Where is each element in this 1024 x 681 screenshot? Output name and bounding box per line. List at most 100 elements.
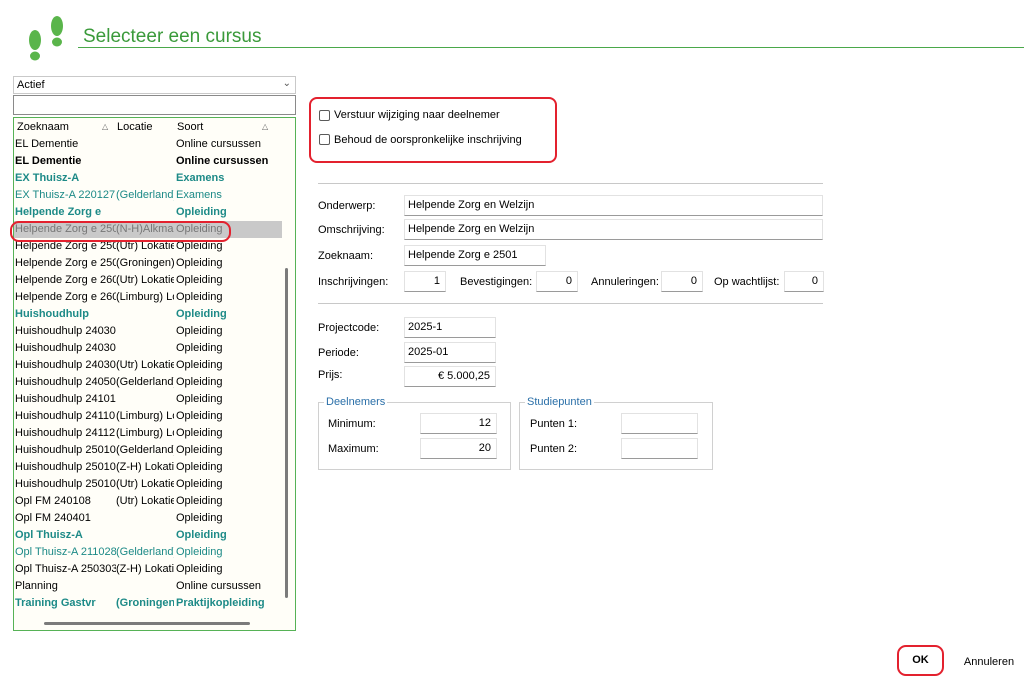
cell-soort: Online cursussen (176, 155, 269, 167)
page-title: Selecteer een cursus (83, 26, 262, 47)
column-header-soort[interactable]: Soort △ (177, 118, 277, 136)
cell-zoeknaam: Huishoudhulp (15, 308, 89, 320)
table-row[interactable]: Opl Thuisz-A 211028 (Gelderland) Opleiding (14, 544, 282, 561)
table-row[interactable]: Huishoudhulp 24030 Opleiding (14, 323, 282, 340)
cell-zoeknaam: Helpende Zorg e 2502 (15, 257, 116, 269)
cell-locatie: (Limburg) Lokatie (116, 410, 174, 422)
minimum-field[interactable]: 12 (420, 413, 497, 434)
description-field[interactable]: Helpende Zorg en Welzijn (404, 219, 823, 240)
table-row[interactable]: Huishoudhulp Opleiding (14, 306, 282, 323)
cell-zoeknaam: Helpende Zorg e 2601 (15, 274, 116, 286)
registrations-field[interactable]: 1 (404, 271, 446, 292)
cell-zoeknaam: Huishoudhulp 24050 (15, 376, 116, 388)
confirmations-field[interactable]: 0 (536, 271, 578, 292)
period-field[interactable]: 2025-01 (404, 342, 496, 363)
cell-soort: Opleiding (176, 206, 227, 218)
table-row[interactable]: Huishoudhulp 24030 Opleiding (14, 340, 282, 357)
table-row[interactable]: Huishoudhulp 24101 Opleiding (14, 391, 282, 408)
cell-zoeknaam: Opl Thuisz-A (15, 529, 83, 541)
send-change-checkbox[interactable] (319, 110, 330, 121)
table-row[interactable]: Training Gastvr (Groningen) Praktijkopleid… (14, 595, 282, 612)
cell-locatie: (Groningen) (116, 257, 174, 269)
cell-soort: Online cursussen (176, 138, 261, 150)
horizontal-scrollbar[interactable] (44, 622, 250, 625)
cancellations-field[interactable]: 0 (661, 271, 703, 292)
cell-locatie: (Limburg) Lokatie (116, 291, 174, 303)
cell-zoeknaam: Huishoudhulp 24030 (15, 359, 116, 371)
points1-label: Punten 1: (530, 418, 578, 430)
cell-soort: Opleiding (176, 257, 223, 269)
table-row[interactable]: Huishoudhulp 24050 (Gelderland) Opleiding (14, 374, 282, 391)
options-highlight (309, 97, 557, 163)
keep-original-checkbox[interactable] (319, 134, 330, 145)
cell-locatie: (Gelderland) (116, 444, 174, 456)
ok-button[interactable]: OK (897, 645, 944, 676)
table-row[interactable]: Huishoudhulp 24030 (Utr) Lokatie Opleiding (14, 357, 282, 374)
table-row[interactable]: Huishoudhulp 25010 (Z-H) Lokatie Opleiding (14, 459, 282, 476)
table-row[interactable]: Huishoudhulp 25010 (Utr) Lokatie Opleiding (14, 476, 282, 493)
course-list[interactable]: Zoeknaam △ Locatie Soort △ EL Dementie On… (13, 117, 296, 631)
cell-soort: Opleiding (176, 529, 227, 541)
cell-zoeknaam: EL Dementie (15, 138, 79, 150)
header-divider (78, 47, 1024, 48)
vertical-scrollbar[interactable] (285, 268, 288, 598)
waitlist-field[interactable]: 0 (784, 271, 824, 292)
table-row[interactable]: Planning Online cursussen (14, 578, 282, 595)
confirmations-label: Bevestigingen: (460, 276, 533, 288)
table-row[interactable]: Helpende Zorg e 2601 (Utr) Lokatie Opleidi… (14, 272, 282, 289)
points2-field[interactable] (621, 438, 698, 459)
table-row[interactable]: Helpende Zorg e 2502 (Groningen) Opleiding (14, 255, 282, 272)
cell-soort: Opleiding (176, 427, 223, 439)
table-row[interactable]: Helpende Zorg e 2602(Limburg) LokatieOpl… (14, 289, 282, 306)
cell-soort: Opleiding (176, 308, 227, 320)
table-row[interactable]: EL Dementie Online cursussen (14, 153, 282, 170)
table-row[interactable]: Opl Thuisz-A Opleiding (14, 527, 282, 544)
cell-soort: Examens (176, 189, 222, 201)
points1-field[interactable] (621, 413, 698, 434)
table-row[interactable]: Opl FM 240401 Opleiding (14, 510, 282, 527)
table-row[interactable]: Opl Thuisz-A 250303 (Z-H) Lokatie Opleidin… (14, 561, 282, 578)
cell-zoeknaam: EX Thuisz-A 220127 (15, 189, 116, 201)
subject-field[interactable]: Helpende Zorg en Welzijn (404, 195, 823, 216)
table-row[interactable]: EX Thuisz-A 220127 (Gelderland) Examens (14, 187, 282, 204)
cell-zoeknaam: Huishoudhulp 24112 (15, 427, 116, 439)
sort-asc-icon: △ (262, 122, 269, 131)
cell-locatie: (Gelderland) (116, 189, 174, 201)
cell-soort: Opleiding (176, 478, 223, 490)
cell-soort: Opleiding (176, 546, 223, 558)
maximum-field[interactable]: 20 (420, 438, 497, 459)
table-row[interactable]: Huishoudhulp 25010 (Gelderland) Opleiding (14, 442, 282, 459)
maximum-label: Maximum: (328, 443, 379, 455)
table-row[interactable]: Opl FM 240108 (Utr) Lokatie Opleiding (14, 493, 282, 510)
table-row[interactable]: EL Dementie Online cursussen (14, 136, 282, 153)
cell-soort: Opleiding (176, 461, 223, 473)
selected-row-highlight (10, 221, 231, 242)
column-header-locatie[interactable]: Locatie (117, 118, 175, 136)
cell-soort: Opleiding (176, 342, 223, 354)
cell-soort: Opleiding (176, 376, 223, 388)
projectcode-field[interactable]: 2025-1 (404, 317, 496, 338)
table-row[interactable]: EX Thuisz-A Examens (14, 170, 282, 187)
cell-soort: Opleiding (176, 325, 223, 337)
column-header-zoeknaam[interactable]: Zoeknaam △ (17, 118, 113, 136)
waitlist-label: Op wachtlijst: (714, 276, 780, 288)
cell-locatie: (Groningen) (116, 597, 174, 609)
table-row[interactable]: Huishoudhulp 24110(Limburg) LokatieOplei… (14, 408, 282, 425)
studypoints-group-title: Studiepunten (525, 396, 594, 408)
searchname-field[interactable]: Helpende Zorg e 2501 (404, 245, 546, 266)
footsteps-icon (29, 16, 63, 61)
cell-locatie: (Utr) Lokatie (116, 495, 174, 507)
table-row[interactable]: Huishoudhulp 24112(Limburg) LokatieOplei… (14, 425, 282, 442)
cell-soort: Opleiding (176, 274, 223, 286)
cancel-button[interactable]: Annuleren (958, 652, 1020, 672)
table-row[interactable]: Helpende Zorg e Opleiding (14, 204, 282, 221)
subject-label: Onderwerp: (318, 200, 376, 212)
cell-soort: Opleiding (176, 359, 223, 371)
cell-locatie: (Limburg) Lokatie (116, 427, 174, 439)
search-input[interactable] (13, 95, 296, 115)
cell-zoeknaam: EX Thuisz-A (15, 172, 80, 184)
status-filter-dropdown[interactable]: Actief ⌄ (13, 76, 296, 94)
cell-zoeknaam: EL Dementie (15, 155, 82, 167)
cell-zoeknaam: Helpende Zorg e 2602 (15, 291, 116, 303)
price-field[interactable]: € 5.000,25 (404, 366, 496, 387)
